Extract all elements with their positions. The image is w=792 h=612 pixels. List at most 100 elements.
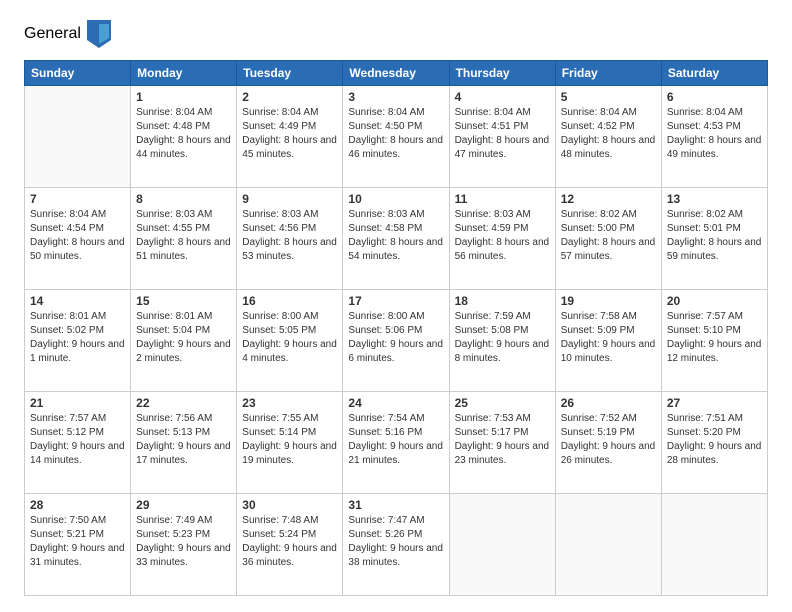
day-number: 1 bbox=[136, 90, 231, 104]
week-row-4: 28 Sunrise: 7:50 AMSunset: 5:21 PMDayligh… bbox=[25, 494, 768, 596]
calendar-cell: 21 Sunrise: 7:57 AMSunset: 5:12 PMDayligh… bbox=[25, 392, 131, 494]
weekday-friday: Friday bbox=[555, 61, 661, 86]
day-number: 13 bbox=[667, 192, 762, 206]
day-number: 6 bbox=[667, 90, 762, 104]
day-number: 23 bbox=[242, 396, 337, 410]
day-number: 11 bbox=[455, 192, 550, 206]
logo: General bbox=[24, 20, 111, 48]
day-info: Sunrise: 8:03 AMSunset: 4:56 PMDaylight:… bbox=[242, 208, 337, 264]
calendar-cell: 19 Sunrise: 7:58 AMSunset: 5:09 PMDayligh… bbox=[555, 290, 661, 392]
calendar-cell: 27Sunrise: 7:51 AMSunset: 5:20 PMDayligh… bbox=[661, 392, 767, 494]
day-info: Sunrise: 7:53 AMSunset: 5:17 PMDaylight:… bbox=[455, 412, 550, 468]
day-info: Sunrise: 8:04 AMSunset: 4:52 PMDaylight:… bbox=[561, 106, 656, 162]
calendar-cell: 3 Sunrise: 8:04 AMSunset: 4:50 PMDaylight… bbox=[343, 86, 449, 188]
calendar-cell: 6 Sunrise: 8:04 AMSunset: 4:53 PMDaylight… bbox=[661, 86, 767, 188]
day-number: 21 bbox=[30, 396, 125, 410]
weekday-thursday: Thursday bbox=[449, 61, 555, 86]
day-number: 22 bbox=[136, 396, 231, 410]
day-number: 31 bbox=[348, 498, 443, 512]
calendar-cell bbox=[449, 494, 555, 596]
day-info: Sunrise: 8:04 AMSunset: 4:53 PMDaylight:… bbox=[667, 106, 762, 162]
calendar-cell: 31Sunrise: 7:47 AMSunset: 5:26 PMDayligh… bbox=[343, 494, 449, 596]
calendar-cell: 4 Sunrise: 8:04 AMSunset: 4:51 PMDaylight… bbox=[449, 86, 555, 188]
weekday-saturday: Saturday bbox=[661, 61, 767, 86]
calendar-cell: 12Sunrise: 8:02 AMSunset: 5:00 PMDayligh… bbox=[555, 188, 661, 290]
weekday-row: SundayMondayTuesdayWednesdayThursdayFrid… bbox=[25, 61, 768, 86]
weekday-tuesday: Tuesday bbox=[237, 61, 343, 86]
calendar-cell: 7 Sunrise: 8:04 AMSunset: 4:54 PMDaylight… bbox=[25, 188, 131, 290]
day-info: Sunrise: 8:04 AMSunset: 4:51 PMDaylight:… bbox=[455, 106, 550, 162]
calendar-cell bbox=[25, 86, 131, 188]
weekday-wednesday: Wednesday bbox=[343, 61, 449, 86]
calendar-cell: 23 Sunrise: 7:55 AMSunset: 5:14 PMDayligh… bbox=[237, 392, 343, 494]
day-number: 19 bbox=[561, 294, 656, 308]
day-number: 28 bbox=[30, 498, 125, 512]
calendar-cell: 14 Sunrise: 8:01 AMSunset: 5:02 PMDayligh… bbox=[25, 290, 131, 392]
day-number: 26 bbox=[561, 396, 656, 410]
day-info: Sunrise: 7:56 AMSunset: 5:13 PMDaylight:… bbox=[136, 412, 231, 468]
day-number: 12 bbox=[561, 192, 656, 206]
calendar-cell: 22 Sunrise: 7:56 AMSunset: 5:13 PMDayligh… bbox=[131, 392, 237, 494]
day-number: 10 bbox=[348, 192, 443, 206]
day-number: 5 bbox=[561, 90, 656, 104]
day-number: 29 bbox=[136, 498, 231, 512]
calendar-cell: 13Sunrise: 8:02 AMSunset: 5:01 PMDayligh… bbox=[661, 188, 767, 290]
day-number: 30 bbox=[242, 498, 337, 512]
day-info: Sunrise: 8:04 AMSunset: 4:54 PMDaylight:… bbox=[30, 208, 125, 264]
day-number: 8 bbox=[136, 192, 231, 206]
day-info: Sunrise: 7:49 AMSunset: 5:23 PMDaylight:… bbox=[136, 514, 231, 570]
calendar-cell: 11 Sunrise: 8:03 AMSunset: 4:59 PMDayligh… bbox=[449, 188, 555, 290]
week-row-3: 21 Sunrise: 7:57 AMSunset: 5:12 PMDayligh… bbox=[25, 392, 768, 494]
calendar-cell: 25 Sunrise: 7:53 AMSunset: 5:17 PMDayligh… bbox=[449, 392, 555, 494]
logo-text: General bbox=[24, 25, 81, 43]
calendar-cell bbox=[555, 494, 661, 596]
weekday-sunday: Sunday bbox=[25, 61, 131, 86]
day-number: 24 bbox=[348, 396, 443, 410]
calendar-cell: 8 Sunrise: 8:03 AMSunset: 4:55 PMDaylight… bbox=[131, 188, 237, 290]
calendar-cell: 9Sunrise: 8:03 AMSunset: 4:56 PMDaylight… bbox=[237, 188, 343, 290]
logo-general: General bbox=[24, 25, 81, 43]
calendar-cell: 30Sunrise: 7:48 AMSunset: 5:24 PMDayligh… bbox=[237, 494, 343, 596]
day-number: 16 bbox=[242, 294, 337, 308]
day-number: 2 bbox=[242, 90, 337, 104]
day-info: Sunrise: 7:57 AMSunset: 5:12 PMDaylight:… bbox=[30, 412, 125, 468]
day-info: Sunrise: 8:03 AMSunset: 4:59 PMDaylight:… bbox=[455, 208, 550, 264]
week-row-2: 14 Sunrise: 8:01 AMSunset: 5:02 PMDayligh… bbox=[25, 290, 768, 392]
day-info: Sunrise: 7:54 AMSunset: 5:16 PMDaylight:… bbox=[348, 412, 443, 468]
calendar-cell: 26 Sunrise: 7:52 AMSunset: 5:19 PMDayligh… bbox=[555, 392, 661, 494]
day-info: Sunrise: 8:01 AMSunset: 5:02 PMDaylight:… bbox=[30, 310, 125, 366]
calendar-cell: 2Sunrise: 8:04 AMSunset: 4:49 PMDaylight… bbox=[237, 86, 343, 188]
page: General SundayMondayTuesdayWednesdayThur… bbox=[0, 0, 792, 612]
calendar-cell: 20Sunrise: 7:57 AMSunset: 5:10 PMDayligh… bbox=[661, 290, 767, 392]
day-number: 3 bbox=[348, 90, 443, 104]
day-number: 4 bbox=[455, 90, 550, 104]
calendar-cell: 24 Sunrise: 7:54 AMSunset: 5:16 PMDayligh… bbox=[343, 392, 449, 494]
day-info: Sunrise: 7:58 AMSunset: 5:09 PMDaylight:… bbox=[561, 310, 656, 366]
day-info: Sunrise: 7:50 AMSunset: 5:21 PMDaylight:… bbox=[30, 514, 125, 570]
day-info: Sunrise: 7:51 AMSunset: 5:20 PMDaylight:… bbox=[667, 412, 762, 468]
calendar-cell: 15 Sunrise: 8:01 AMSunset: 5:04 PMDayligh… bbox=[131, 290, 237, 392]
calendar-cell: 10 Sunrise: 8:03 AMSunset: 4:58 PMDayligh… bbox=[343, 188, 449, 290]
day-number: 7 bbox=[30, 192, 125, 206]
calendar-cell: 29 Sunrise: 7:49 AMSunset: 5:23 PMDayligh… bbox=[131, 494, 237, 596]
day-number: 15 bbox=[136, 294, 231, 308]
calendar-cell: 18Sunrise: 7:59 AMSunset: 5:08 PMDayligh… bbox=[449, 290, 555, 392]
weekday-monday: Monday bbox=[131, 61, 237, 86]
day-number: 25 bbox=[455, 396, 550, 410]
day-info: Sunrise: 8:03 AMSunset: 4:55 PMDaylight:… bbox=[136, 208, 231, 264]
calendar-cell: 28 Sunrise: 7:50 AMSunset: 5:21 PMDayligh… bbox=[25, 494, 131, 596]
day-info: Sunrise: 8:04 AMSunset: 4:50 PMDaylight:… bbox=[348, 106, 443, 162]
day-number: 14 bbox=[30, 294, 125, 308]
day-info: Sunrise: 8:00 AMSunset: 5:06 PMDaylight:… bbox=[348, 310, 443, 366]
day-info: Sunrise: 7:59 AMSunset: 5:08 PMDaylight:… bbox=[455, 310, 550, 366]
day-number: 17 bbox=[348, 294, 443, 308]
day-number: 20 bbox=[667, 294, 762, 308]
calendar-cell: 16 Sunrise: 8:00 AMSunset: 5:05 PMDayligh… bbox=[237, 290, 343, 392]
day-info: Sunrise: 8:03 AMSunset: 4:58 PMDaylight:… bbox=[348, 208, 443, 264]
calendar-cell bbox=[661, 494, 767, 596]
day-info: Sunrise: 8:00 AMSunset: 5:05 PMDaylight:… bbox=[242, 310, 337, 366]
day-info: Sunrise: 7:55 AMSunset: 5:14 PMDaylight:… bbox=[242, 412, 337, 468]
day-info: Sunrise: 8:01 AMSunset: 5:04 PMDaylight:… bbox=[136, 310, 231, 366]
header: General bbox=[24, 20, 768, 48]
day-info: Sunrise: 7:52 AMSunset: 5:19 PMDaylight:… bbox=[561, 412, 656, 468]
